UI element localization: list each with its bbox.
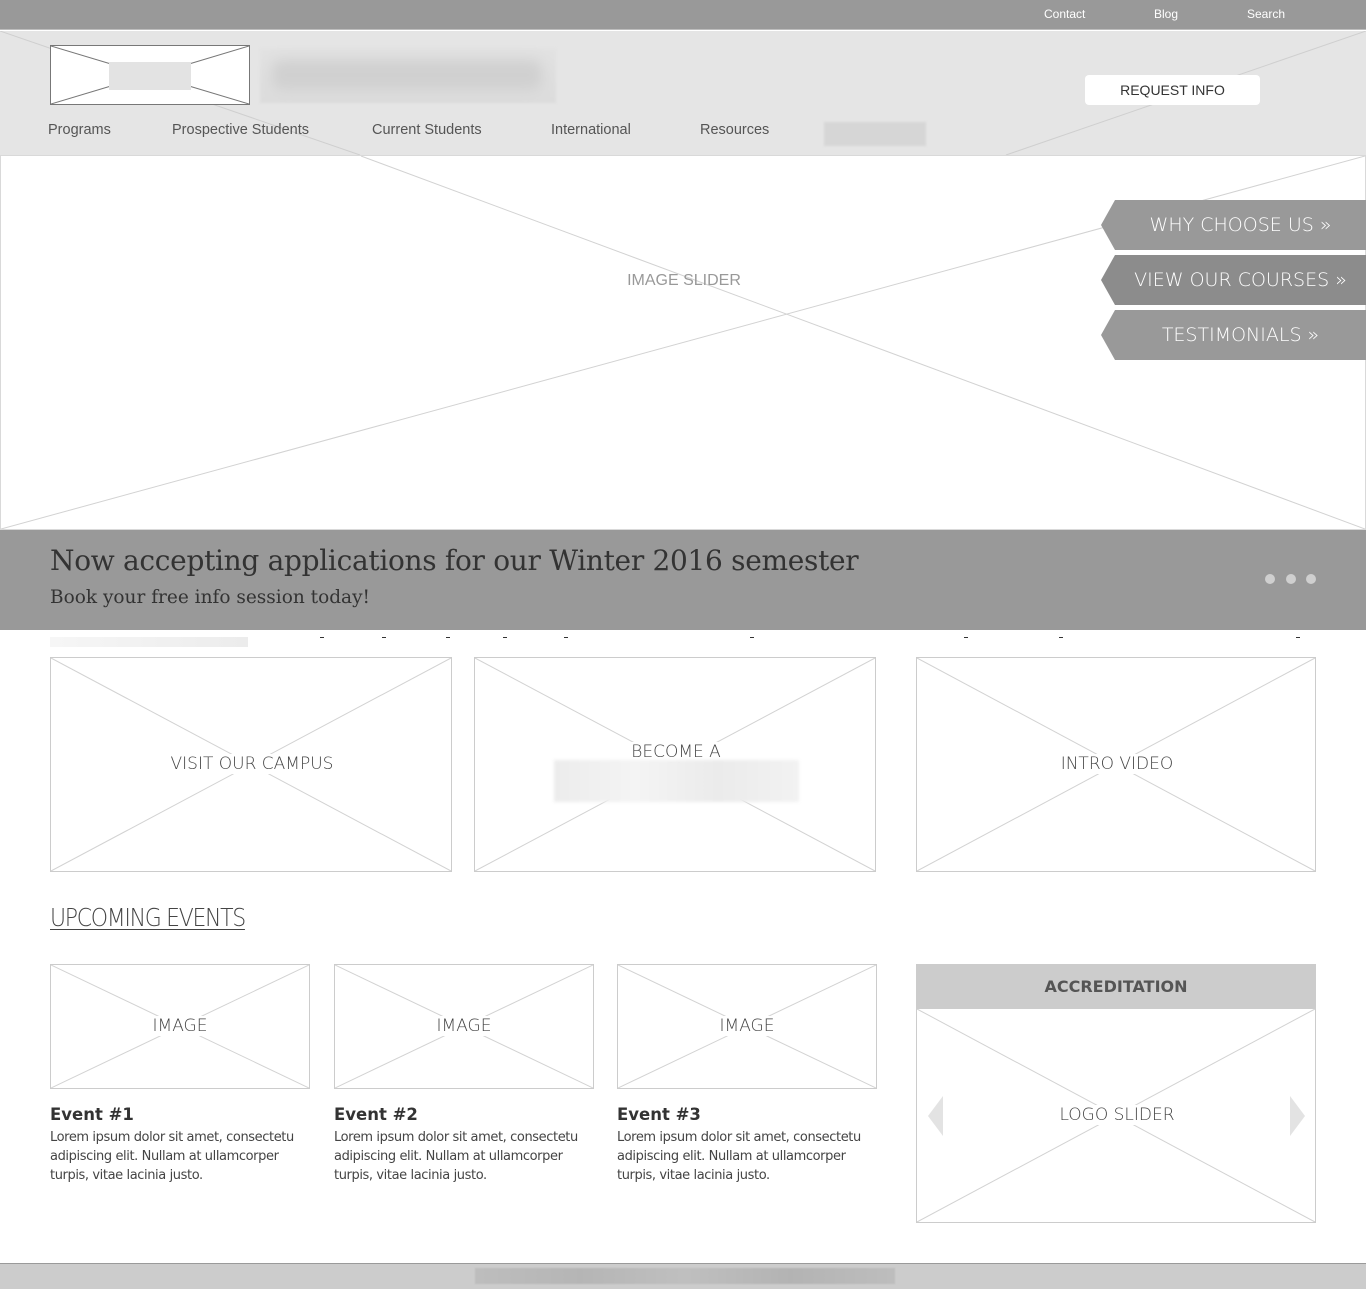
- event-3-image[interactable]: IMAGE: [617, 964, 877, 1089]
- blog-link[interactable]: Blog: [1154, 7, 1178, 21]
- chevron-right-icon[interactable]: [1290, 1096, 1306, 1136]
- image-label: IMAGE: [434, 1016, 494, 1036]
- chevron-left-icon[interactable]: [928, 1096, 944, 1136]
- upcoming-events-heading[interactable]: UPCOMING EVENTS: [50, 903, 246, 932]
- view-our-courses-tab[interactable]: VIEW OUR COURSES »: [1101, 255, 1366, 305]
- event-1-title[interactable]: Event #1: [50, 1105, 134, 1124]
- logo-slider-label: LOGO SLIDER: [1057, 1105, 1177, 1125]
- nav-item-resources[interactable]: Resources: [700, 122, 769, 138]
- event-2-description: Lorem ipsum dolor sit amet, consectetu a…: [334, 1130, 578, 1183]
- text-fragment: [446, 637, 450, 638]
- tab-label: WHY CHOOSE US »: [1149, 214, 1332, 236]
- site-footer: [0, 1263, 1366, 1289]
- event-3-title[interactable]: Event #3: [617, 1105, 701, 1124]
- nav-item-current-students[interactable]: Current Students: [372, 122, 482, 138]
- visit-campus-label: VISIT OUR CAMPUS: [162, 754, 342, 774]
- text-fragment: [1059, 637, 1063, 638]
- text-fragment: [1296, 637, 1300, 638]
- event-1-description: Lorem ipsum dolor sit amet, consectetu a…: [50, 1130, 294, 1183]
- site-header: REQUEST INFO Programs Prospective Studen…: [0, 31, 1366, 155]
- tab-label: VIEW OUR COURSES »: [1134, 269, 1347, 291]
- tab-label: TESTIMONIALS »: [1161, 324, 1320, 346]
- redacted-text: [554, 760, 799, 802]
- nav-item-international[interactable]: International: [551, 122, 631, 138]
- slider-dot-1[interactable]: [1265, 574, 1275, 584]
- utility-bar: Contact Blog Search: [0, 0, 1366, 30]
- announcement-banner: Now accepting applications for our Winte…: [0, 530, 1366, 630]
- banner-subline: Book your free info session today!: [50, 587, 370, 608]
- site-title-redacted: [260, 48, 556, 103]
- nav-item-prospective-students[interactable]: Prospective Students: [172, 122, 309, 138]
- why-choose-us-tab[interactable]: WHY CHOOSE US »: [1101, 200, 1366, 250]
- site-logo[interactable]: [50, 45, 250, 105]
- image-label: IMAGE: [717, 1016, 777, 1036]
- event-2-image[interactable]: IMAGE: [334, 964, 594, 1089]
- request-info-button[interactable]: REQUEST INFO: [1085, 75, 1260, 105]
- event-2-title[interactable]: Event #2: [334, 1105, 418, 1124]
- testimonials-tab[interactable]: TESTIMONIALS »: [1101, 310, 1366, 360]
- event-1-image[interactable]: IMAGE: [50, 964, 310, 1089]
- become-a-label: BECOME A: [621, 742, 731, 762]
- nav-item-redacted[interactable]: [824, 122, 926, 146]
- redacted-text: [50, 637, 248, 647]
- intro-video-label: INTRO VIDEO: [1057, 754, 1177, 774]
- accreditation-heading: ACCREDITATION: [916, 964, 1316, 1009]
- slider-dot-3[interactable]: [1306, 574, 1316, 584]
- text-fragment: [564, 637, 568, 638]
- text-fragment: [964, 637, 968, 638]
- contact-link[interactable]: Contact: [1044, 7, 1085, 21]
- text-fragment: [503, 637, 507, 638]
- text-fragment: [320, 637, 324, 638]
- become-a-card[interactable]: BECOME A: [474, 657, 876, 872]
- search-link[interactable]: Search: [1247, 7, 1285, 21]
- text-fragment: [382, 637, 386, 638]
- slider-dot-2[interactable]: [1286, 574, 1296, 584]
- visit-campus-card[interactable]: VISIT OUR CAMPUS: [50, 657, 452, 872]
- event-3-description: Lorem ipsum dolor sit amet, consectetu a…: [617, 1130, 861, 1183]
- footer-redacted-text: [475, 1268, 895, 1284]
- logo-slider[interactable]: LOGO SLIDER: [916, 1009, 1316, 1223]
- logo-redacted: [109, 62, 191, 90]
- nav-item-programs[interactable]: Programs: [48, 122, 111, 138]
- image-label: IMAGE: [150, 1016, 210, 1036]
- text-fragment: [750, 637, 754, 638]
- banner-headline: Now accepting applications for our Winte…: [50, 544, 859, 577]
- intro-video-card[interactable]: INTRO VIDEO: [916, 657, 1316, 872]
